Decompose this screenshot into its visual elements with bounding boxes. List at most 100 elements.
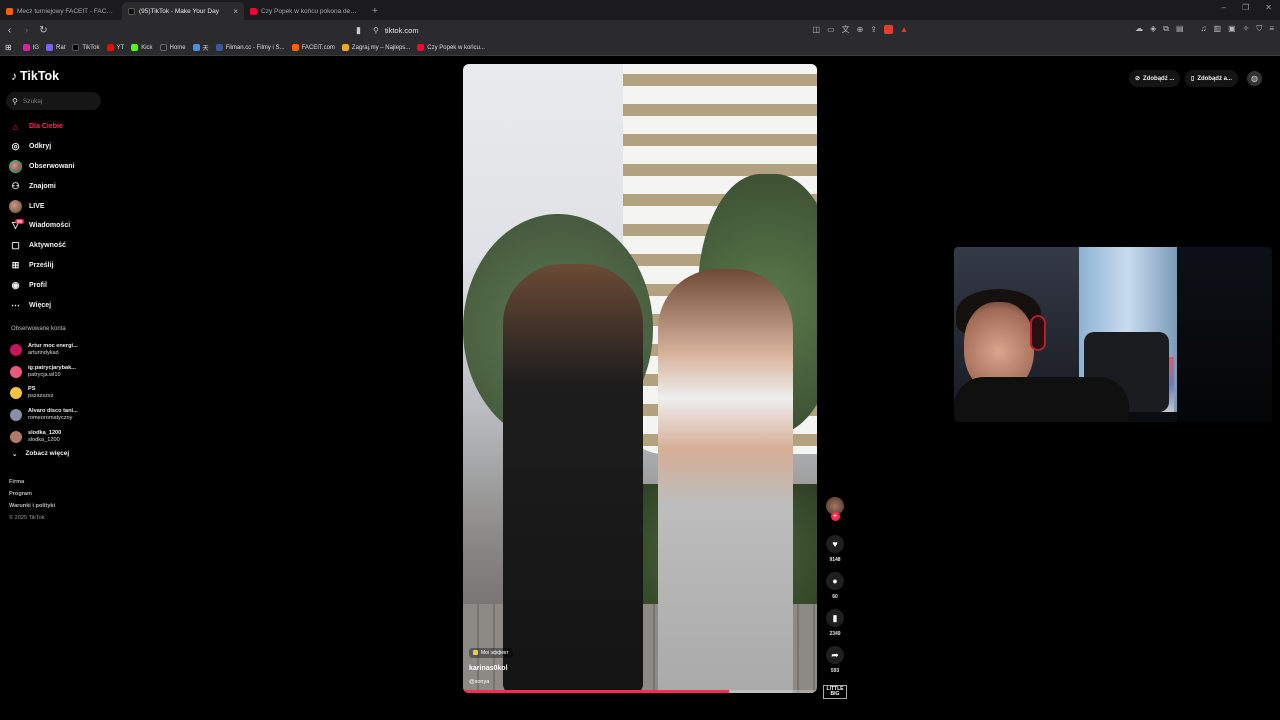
sidebar-item-more[interactable]: ⋯ Więcej bbox=[9, 295, 75, 315]
bookmark-item[interactable]: Home bbox=[159, 44, 186, 51]
vpn-icon[interactable]: ☁ bbox=[1135, 24, 1143, 34]
ai-icon[interactable]: ✧ bbox=[1243, 24, 1250, 34]
new-tab-button[interactable]: + bbox=[366, 6, 384, 20]
bookmark-item[interactable]: Rat bbox=[46, 44, 65, 51]
video-sound[interactable]: @sonya bbox=[469, 679, 513, 685]
sidebar-item-for-you[interactable]: ⌂ Dla Ciebie bbox=[9, 117, 75, 137]
browser-tab[interactable]: Mecz turniejowy FACEIT - FACEIT.com bbox=[0, 2, 122, 20]
address-bar[interactable]: ▮ ⚲ tiktok.com ◫ ▭ 文 ⊕ ⇪ ▲ bbox=[352, 22, 912, 38]
video-player[interactable]: Moi эффект karinas0kol @sonya bbox=[463, 64, 817, 693]
address-bar-actions: ◫ ▭ 文 ⊕ ⇪ ▲ bbox=[813, 24, 908, 35]
site-info-icon[interactable]: ⚲ bbox=[373, 26, 379, 35]
bookmark-item[interactable]: Czy Popek w końcu... bbox=[417, 44, 485, 51]
followed-account[interactable]: slodka_1200 slodka_1200 bbox=[10, 426, 78, 448]
minimize-icon[interactable]: – bbox=[1222, 3, 1226, 12]
apps-grid-icon[interactable]: ⊞ bbox=[5, 43, 12, 52]
translate-icon[interactable]: 文 bbox=[842, 24, 850, 35]
sidebar-item-label: Więcej bbox=[29, 301, 52, 309]
rewards-icon[interactable]: ▲ bbox=[900, 25, 908, 34]
kick-icon bbox=[131, 44, 139, 51]
get-coins-button[interactable]: ⊘ Zdobądź ... bbox=[1129, 70, 1181, 87]
get-app-button[interactable]: ▯ Zdobądź a... bbox=[1185, 70, 1238, 87]
sidebar-item-label: LIVE bbox=[29, 202, 45, 210]
window-controls: – ❐ ✕ bbox=[1222, 3, 1272, 12]
search-input[interactable]: ⚲ Szukaj bbox=[6, 92, 101, 110]
split-view-icon[interactable]: ▥ bbox=[1214, 24, 1222, 34]
comment-button[interactable]: ● bbox=[826, 572, 844, 590]
following-icon bbox=[9, 159, 22, 173]
friends-icon: ⚇ bbox=[11, 180, 20, 191]
followed-accounts-title: Obserwowane konta bbox=[11, 326, 66, 332]
sidebar-item-label: Aktywność bbox=[29, 242, 66, 250]
bookmark-item[interactable]: Kick bbox=[131, 44, 153, 51]
sidebar-item-activity[interactable]: ▢ Aktywność bbox=[9, 236, 75, 256]
zoom-icon[interactable]: ⊕ bbox=[857, 25, 864, 34]
bookmark-item[interactable]: YT bbox=[106, 44, 124, 51]
bookmark-item[interactable]: 天 bbox=[192, 43, 209, 52]
bookmark-item[interactable]: Filman.cc - Filmy i S... bbox=[215, 44, 285, 51]
share-button[interactable]: ➦ bbox=[826, 646, 844, 664]
forward-icon[interactable]: › bbox=[19, 25, 34, 36]
video-progress-bar[interactable] bbox=[463, 690, 817, 693]
followed-account[interactable]: Artur moc energi... arturindykaó bbox=[10, 339, 78, 361]
video-progress-fill bbox=[463, 690, 729, 693]
sidebar-item-friends[interactable]: ⚇ Znajomi bbox=[9, 176, 75, 196]
get-coins-label: Zdobądź ... bbox=[1143, 75, 1175, 82]
effect-icon bbox=[473, 650, 478, 655]
music-disc[interactable]: LITTLE BIG bbox=[823, 685, 847, 699]
wallet-icon[interactable]: ◈ bbox=[1150, 24, 1156, 34]
bookmark-item[interactable]: FACEIT.com bbox=[291, 44, 335, 51]
sidebar-item-following[interactable]: Obserwowani bbox=[9, 157, 75, 177]
see-more-button[interactable]: ⌄ Zobacz więcej bbox=[12, 450, 69, 458]
sidebar-item-live[interactable]: LIVE bbox=[9, 196, 75, 216]
bookmark-item[interactable]: TikTok bbox=[72, 44, 100, 51]
sidebar-item-messages[interactable]: ▽ 99 Wiadomości bbox=[9, 216, 75, 236]
tiktok-logo[interactable]: ♪ TikTok bbox=[11, 69, 59, 83]
restore-icon[interactable]: ❐ bbox=[1242, 3, 1249, 12]
video-author[interactable]: karinas0kol bbox=[469, 665, 513, 672]
sidebar-item-profile[interactable]: ◉ Profil bbox=[9, 275, 75, 295]
footer-link[interactable]: Program bbox=[9, 491, 55, 503]
footer-link[interactable]: Warunki i polityki bbox=[9, 503, 55, 515]
followed-account[interactable]: PS pszszszsz bbox=[10, 383, 78, 405]
avatar bbox=[10, 365, 22, 378]
vpn-shield-icon[interactable]: ⛉ bbox=[1256, 24, 1262, 34]
share-icon[interactable]: ⇪ bbox=[870, 25, 877, 34]
sidebar-item-upload[interactable]: ⊞ Prześlij bbox=[9, 256, 75, 276]
tabs-icon[interactable]: ▣ bbox=[1228, 24, 1236, 34]
bookmark-label: Kick bbox=[141, 44, 153, 51]
reload-icon[interactable]: ↻ bbox=[36, 25, 51, 36]
browser-tab-active[interactable]: (95)TikTok - Make Your Day × bbox=[122, 2, 244, 20]
brave-shield-icon[interactable] bbox=[884, 25, 894, 34]
bookmark-icon[interactable]: ▮ bbox=[356, 25, 361, 36]
sidebar-icon[interactable]: ▤ bbox=[1176, 24, 1184, 34]
followed-account[interactable]: ig:patrycjarybak... patrycja.wl10 bbox=[10, 361, 78, 383]
music-icon[interactable]: ♫ bbox=[1201, 24, 1207, 34]
bookmark-icon: ▮ bbox=[832, 612, 838, 623]
bookmark-label: Rat bbox=[56, 44, 66, 51]
follow-plus-icon[interactable]: + bbox=[830, 512, 840, 521]
close-tab-icon[interactable]: × bbox=[233, 7, 238, 16]
url-text[interactable]: tiktok.com bbox=[385, 26, 419, 35]
footer-link[interactable]: Firma bbox=[9, 479, 55, 491]
account-handle: romeoromatyczny bbox=[28, 415, 73, 422]
menu-icon[interactable]: ≡ bbox=[1269, 24, 1274, 34]
phone-icon: ▯ bbox=[1191, 76, 1195, 82]
effect-tag[interactable]: Moi эффект bbox=[469, 647, 513, 658]
screen-icon[interactable]: ▭ bbox=[827, 25, 835, 34]
profile-avatar-icon[interactable]: ◍ bbox=[1247, 71, 1262, 86]
account-handle: pszszszsz bbox=[28, 393, 54, 400]
bookmark-item[interactable]: IG bbox=[22, 44, 39, 51]
extension-icon[interactable]: ⧉ bbox=[1163, 24, 1169, 34]
bookmark-item[interactable]: Zagraj.my – Najleps... bbox=[341, 44, 410, 51]
close-window-icon[interactable]: ✕ bbox=[1265, 3, 1272, 12]
followed-account[interactable]: Alvaro disco tani... romeoromatyczny bbox=[10, 404, 78, 426]
save-button[interactable]: ▮ bbox=[826, 609, 844, 627]
browser-tab[interactable]: Czy Popek w końcu pokona demony bbox=[244, 2, 366, 20]
tab-title: Czy Popek w końcu pokona demony bbox=[261, 7, 360, 15]
back-icon[interactable]: ‹ bbox=[2, 25, 17, 36]
sidebar-item-explore[interactable]: ◎ Odkryj bbox=[9, 137, 75, 157]
home-icon: ⌂ bbox=[12, 121, 19, 132]
reader-mode-icon[interactable]: ◫ bbox=[813, 25, 821, 34]
like-button[interactable]: ♥ bbox=[826, 535, 844, 553]
